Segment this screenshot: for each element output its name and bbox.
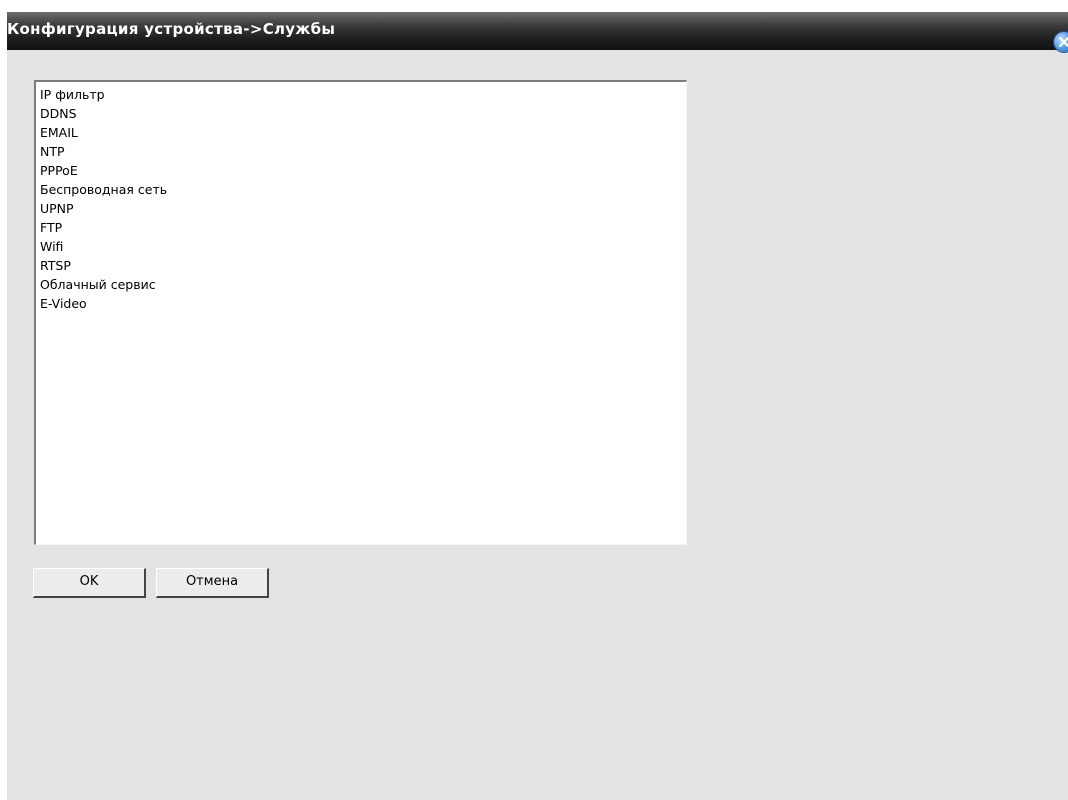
ok-button[interactable]: OK [33, 568, 146, 598]
services-config-window: Конфигурация устройства->Службы IP фильт… [7, 12, 1068, 800]
title-bar[interactable]: Конфигурация устройства->Службы [7, 12, 1068, 52]
close-icon-glyph [1058, 36, 1068, 48]
cancel-button[interactable]: Отмена [156, 568, 269, 598]
list-item-ip-filter[interactable]: IP фильтр [36, 85, 686, 104]
list-item-rtsp[interactable]: RTSP [36, 256, 686, 275]
list-item-ntp[interactable]: NTP [36, 142, 686, 161]
list-item-cloud-service[interactable]: Облачный сервис [36, 275, 686, 294]
services-listbox[interactable]: IP фильтр DDNS EMAIL NTP PPPoE Беспровод… [34, 80, 687, 545]
list-item-wifi[interactable]: Wifi [36, 237, 686, 256]
list-item-ftp[interactable]: FTP [36, 218, 686, 237]
list-item-upnp[interactable]: UPNP [36, 199, 686, 218]
list-item-pppoe[interactable]: PPPoE [36, 161, 686, 180]
close-icon[interactable] [1054, 32, 1068, 52]
list-item-e-video[interactable]: E-Video [36, 294, 686, 313]
list-item-ddns[interactable]: DDNS [36, 104, 686, 123]
list-item-email[interactable]: EMAIL [36, 123, 686, 142]
window-title: Конфигурация устройства->Службы [7, 20, 336, 38]
list-item-wireless-network[interactable]: Беспроводная сеть [36, 180, 686, 199]
